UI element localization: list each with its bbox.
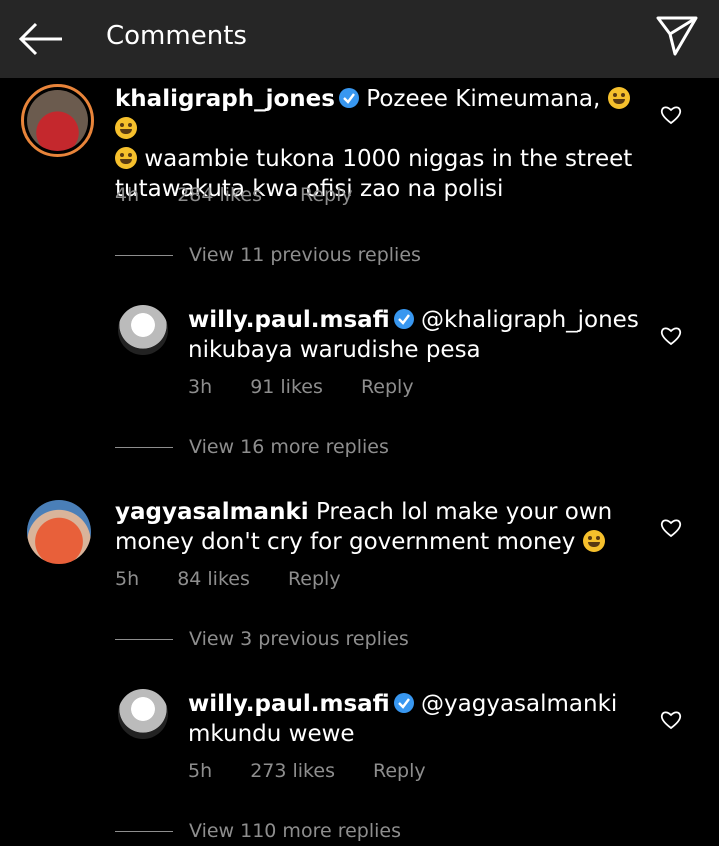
arrow-left-icon[interactable] (18, 22, 64, 56)
laughing-emoji-icon (607, 87, 630, 109)
comment-username[interactable]: yagyasalmanki (115, 499, 309, 525)
comment-text: waambie tukona 1000 niggas in the street (144, 146, 633, 172)
heart-icon[interactable] (660, 105, 682, 125)
comment-time: 5h (115, 568, 140, 590)
avatar[interactable] (118, 689, 168, 739)
view-previous-replies[interactable]: View 11 previous replies (115, 244, 421, 266)
reply-button[interactable]: Reply (373, 760, 426, 782)
like-count[interactable]: 84 likes (177, 568, 250, 590)
comment-text: Pozeee Kimeumana, (366, 86, 601, 112)
laughing-emoji-icon (115, 117, 137, 139)
comment-text: Preach lol make your own (315, 499, 613, 525)
heart-icon[interactable] (660, 518, 682, 538)
reply-button[interactable]: Reply (288, 568, 341, 590)
avatar[interactable] (118, 305, 168, 355)
comment-username[interactable]: khaligraph_jones (115, 86, 335, 112)
verified-badge-icon (393, 693, 414, 713)
comment-username[interactable]: willy.paul.msafi (188, 307, 390, 333)
verified-badge-icon (393, 309, 414, 329)
paper-plane-icon[interactable] (655, 15, 699, 57)
divider-line (115, 639, 173, 640)
top-bar: Comments (0, 0, 719, 78)
view-previous-replies[interactable]: View 3 previous replies (115, 628, 409, 650)
comment-username[interactable]: willy.paul.msafi (188, 691, 390, 717)
comment-text: money don't cry for government money (115, 529, 576, 555)
view-more-replies[interactable]: View 110 more replies (115, 820, 401, 842)
heart-icon[interactable] (660, 710, 682, 730)
like-count[interactable]: 284 likes (177, 184, 262, 206)
reply-button[interactable]: Reply (300, 184, 353, 206)
comment-time: 3h (188, 376, 213, 398)
comment-text: mkundu wewe (188, 721, 355, 747)
verified-badge-icon (338, 88, 359, 108)
mention-link[interactable]: @khaligraph_jones (421, 307, 639, 333)
avatar[interactable] (27, 500, 91, 564)
comment-time: 5h (188, 760, 213, 782)
reply-button[interactable]: Reply (361, 376, 414, 398)
divider-line (115, 447, 173, 448)
comment-text: nikubaya warudishe pesa (188, 337, 481, 363)
comment-time: 4h (115, 184, 140, 206)
divider-line (115, 255, 173, 256)
laughing-emoji-icon (115, 147, 137, 169)
grinning-emoji-icon (582, 530, 605, 552)
like-count[interactable]: 273 likes (250, 760, 335, 782)
like-count[interactable]: 91 likes (250, 376, 323, 398)
divider-line (115, 831, 173, 832)
page-title: Comments (106, 21, 247, 51)
avatar[interactable] (21, 84, 94, 157)
mention-link[interactable]: @yagyasalmanki (421, 691, 617, 717)
heart-icon[interactable] (660, 326, 682, 346)
view-more-replies[interactable]: View 16 more replies (115, 436, 389, 458)
